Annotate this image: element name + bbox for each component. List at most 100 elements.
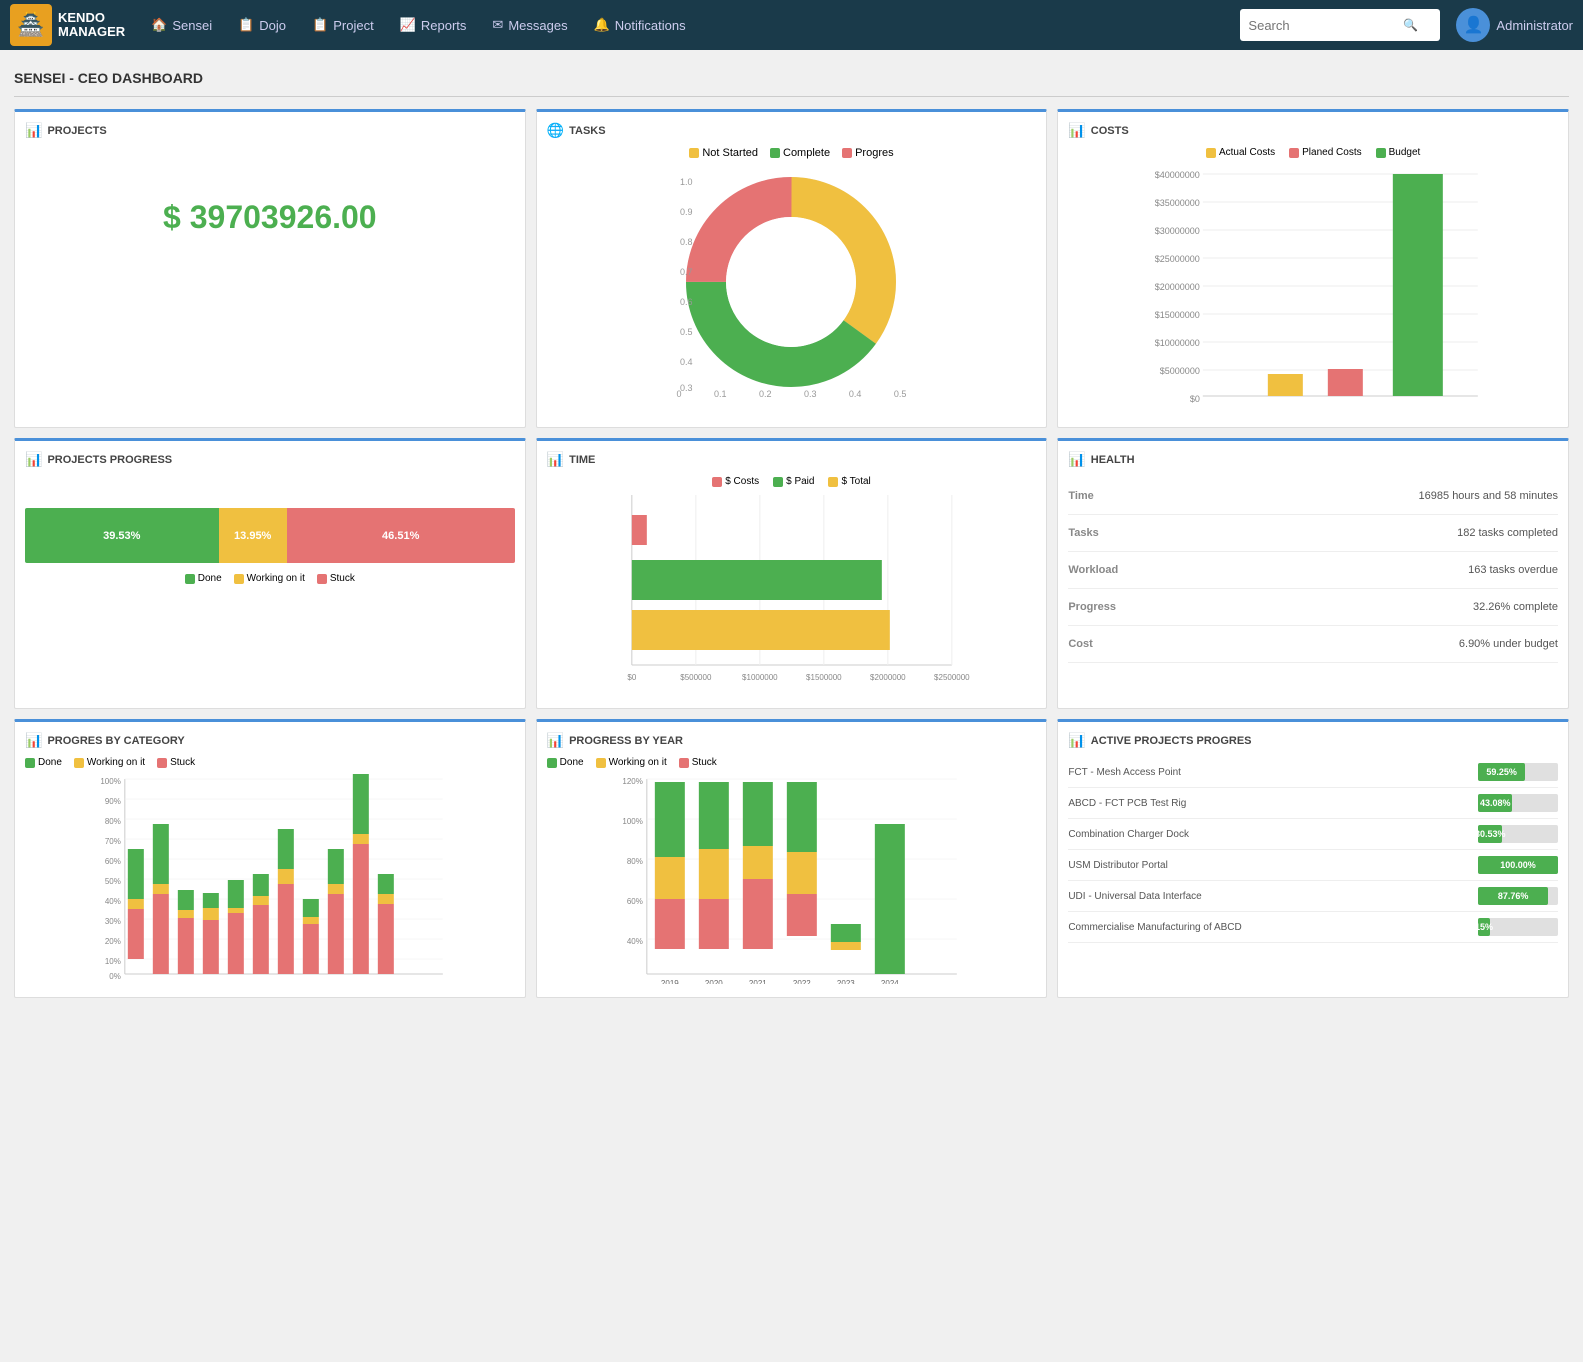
active-projects-title: 📊 ACTIVE PROJECTS PROGRES: [1068, 732, 1558, 749]
svg-text:120%: 120%: [622, 777, 642, 786]
time-legend: $ Costs $ Paid $ Total: [547, 476, 1037, 487]
svg-text:$1500000: $1500000: [806, 673, 842, 682]
svg-text:2022: 2022: [793, 979, 811, 984]
health-cost-row: Cost 6.90% under budget: [1068, 626, 1558, 663]
health-workload-value: 163 tasks overdue: [1468, 564, 1558, 576]
svg-text:0.9: 0.9: [680, 207, 693, 217]
stacked-bar-container: 39.53% 13.95% 46.51% Done: [25, 508, 515, 584]
legend-paid: $ Paid: [773, 476, 814, 487]
svg-text:0.8: 0.8: [680, 237, 693, 247]
donut-chart: 1.0 0.9 0.8 0.7 0.6 0.5 0.4 0.3: [676, 167, 906, 397]
time-card-title: 📊 TIME: [547, 451, 1037, 468]
year-legend-working: Working on it: [596, 757, 667, 768]
projects-card: 📊 PROJECTS $ 39703926.00: [14, 109, 526, 428]
admin-label: Administrator: [1496, 18, 1573, 33]
svg-text:20%: 20%: [105, 937, 121, 946]
time-card: 📊 TIME $ Costs $ Paid $ Total: [536, 438, 1048, 709]
year-legend: Done Working on it Stuck: [547, 757, 1037, 768]
svg-text:$35000000: $35000000: [1155, 198, 1200, 208]
logo[interactable]: 🏯 KENDOMANAGER: [10, 4, 125, 46]
logo-icon: 🏯: [10, 4, 52, 46]
svg-text:90%: 90%: [105, 797, 121, 806]
health-cost-value: 6.90% under budget: [1459, 638, 1558, 650]
health-progress-row: Progress 32.26% complete: [1068, 589, 1558, 626]
active-project-row: Commercialise Manufacturing of ABCD 15%: [1068, 912, 1558, 943]
nav-project-label: Project: [333, 18, 373, 33]
tasks-card: 🌐 TASKS Not Started Complete Progres: [536, 109, 1048, 428]
svg-text:40%: 40%: [626, 937, 642, 946]
active-project-row: Combination Charger Dock 30.53%: [1068, 819, 1558, 850]
svg-text:0.6: 0.6: [680, 297, 693, 307]
legend-actual: Actual Costs: [1206, 147, 1275, 158]
health-workload-row: Workload 163 tasks overdue: [1068, 552, 1558, 589]
nav-notifications-label: Notifications: [615, 18, 686, 33]
admin-area: 👤 Administrator: [1456, 8, 1573, 42]
navbar: 🏯 KENDOMANAGER 🏠 Sensei 📋 Dojo 📋 Project…: [0, 0, 1583, 50]
page-title: SENSEI - CEO DASHBOARD: [14, 60, 1569, 97]
svg-text:2024: 2024: [881, 979, 899, 984]
costs-dot: [712, 477, 722, 487]
actual-dot: [1206, 148, 1216, 158]
time-bar-icon: 📊: [547, 451, 564, 468]
health-cost-label: Cost: [1068, 638, 1092, 650]
avatar: 👤: [1456, 8, 1490, 42]
total-dot: [828, 477, 838, 487]
done-dot: [185, 574, 195, 584]
svg-text:$10000000: $10000000: [1155, 338, 1200, 348]
donut-container: Not Started Complete Progres: [547, 147, 1037, 399]
nav-sensei[interactable]: 🏠 Sensei: [141, 0, 222, 50]
health-tasks-value: 182 tasks completed: [1457, 527, 1558, 539]
active-projects-scroll[interactable]: FCT - Mesh Access Point 59.25% ABCD - FC…: [1068, 757, 1558, 943]
time-chart: $0 $500000 $1000000 $1500000 $2000000 $2…: [547, 495, 1037, 695]
sensei-icon: 🏠: [151, 17, 167, 33]
svg-text:80%: 80%: [105, 817, 121, 826]
svg-text:50%: 50%: [105, 877, 121, 886]
progress-bar-icon: 📊: [25, 451, 42, 468]
svg-text:60%: 60%: [626, 897, 642, 906]
cat-legend-working: Working on it: [74, 757, 145, 768]
legend-stuck: Stuck: [317, 573, 355, 584]
stuck-dot: [317, 574, 327, 584]
stuck-segment: 46.51%: [287, 508, 515, 563]
svg-text:2020: 2020: [705, 979, 723, 984]
svg-text:$2000000: $2000000: [870, 673, 906, 682]
nav-project[interactable]: 📋 Project: [302, 0, 384, 50]
legend-planned: Planed Costs: [1289, 147, 1361, 158]
nav-messages[interactable]: ✉ Messages: [482, 0, 577, 50]
svg-text:40%: 40%: [105, 897, 121, 906]
active-project-row: FCT - Mesh Access Point 59.25%: [1068, 757, 1558, 788]
stacked-bar: 39.53% 13.95% 46.51%: [25, 508, 515, 563]
svg-text:$0: $0: [627, 673, 636, 682]
svg-text:$25000000: $25000000: [1155, 254, 1200, 264]
nav-notifications[interactable]: 🔔 Notifications: [584, 0, 696, 50]
health-card: 📊 HEALTH Time 16985 hours and 58 minutes…: [1057, 438, 1569, 709]
nav-reports-label: Reports: [421, 18, 467, 33]
costs-card: 📊 COSTS Actual Costs Planed Costs Budget: [1057, 109, 1569, 428]
nav-dojo[interactable]: 📋 Dojo: [228, 0, 296, 50]
active-projects-card: 📊 ACTIVE PROJECTS PROGRES FCT - Mesh Acc…: [1057, 719, 1569, 998]
project-icon: 📋: [312, 17, 328, 33]
active-projects-icon: 📊: [1068, 732, 1085, 749]
search-input[interactable]: [1248, 18, 1398, 33]
svg-text:100%: 100%: [622, 817, 642, 826]
svg-text:2023: 2023: [837, 979, 855, 984]
progres-dot: [842, 148, 852, 158]
year-bar-icon: 📊: [547, 732, 564, 749]
nav-reports[interactable]: 📈 Reports: [390, 0, 477, 50]
svg-text:0%: 0%: [109, 972, 121, 981]
health-rows: Time 16985 hours and 58 minutes Tasks 18…: [1068, 478, 1558, 663]
cat-legend-stuck: Stuck: [157, 757, 195, 768]
category-card-title: 📊 PROGRES BY CATEGORY: [25, 732, 515, 749]
legend-progres: Progres: [842, 147, 894, 159]
projects-card-title: 📊 PROJECTS: [25, 122, 515, 139]
logo-text: KENDOMANAGER: [58, 11, 125, 40]
health-bar-icon: 📊: [1068, 451, 1085, 468]
active-project-row: ABCD - FCT PCB Test Rig 43.08%: [1068, 788, 1558, 819]
health-progress-label: Progress: [1068, 601, 1116, 613]
page-content: SENSEI - CEO DASHBOARD 📊 PROJECTS $ 3970…: [0, 50, 1583, 1008]
search-box[interactable]: 🔍: [1240, 9, 1440, 41]
svg-text:$0: $0: [1190, 394, 1200, 404]
active-project-row: UDI - Universal Data Interface 87.76%: [1068, 881, 1558, 912]
legend-budget: Budget: [1376, 147, 1421, 158]
progress-by-year-card: 📊 PROGRESS BY YEAR Done Working on it St…: [536, 719, 1048, 998]
